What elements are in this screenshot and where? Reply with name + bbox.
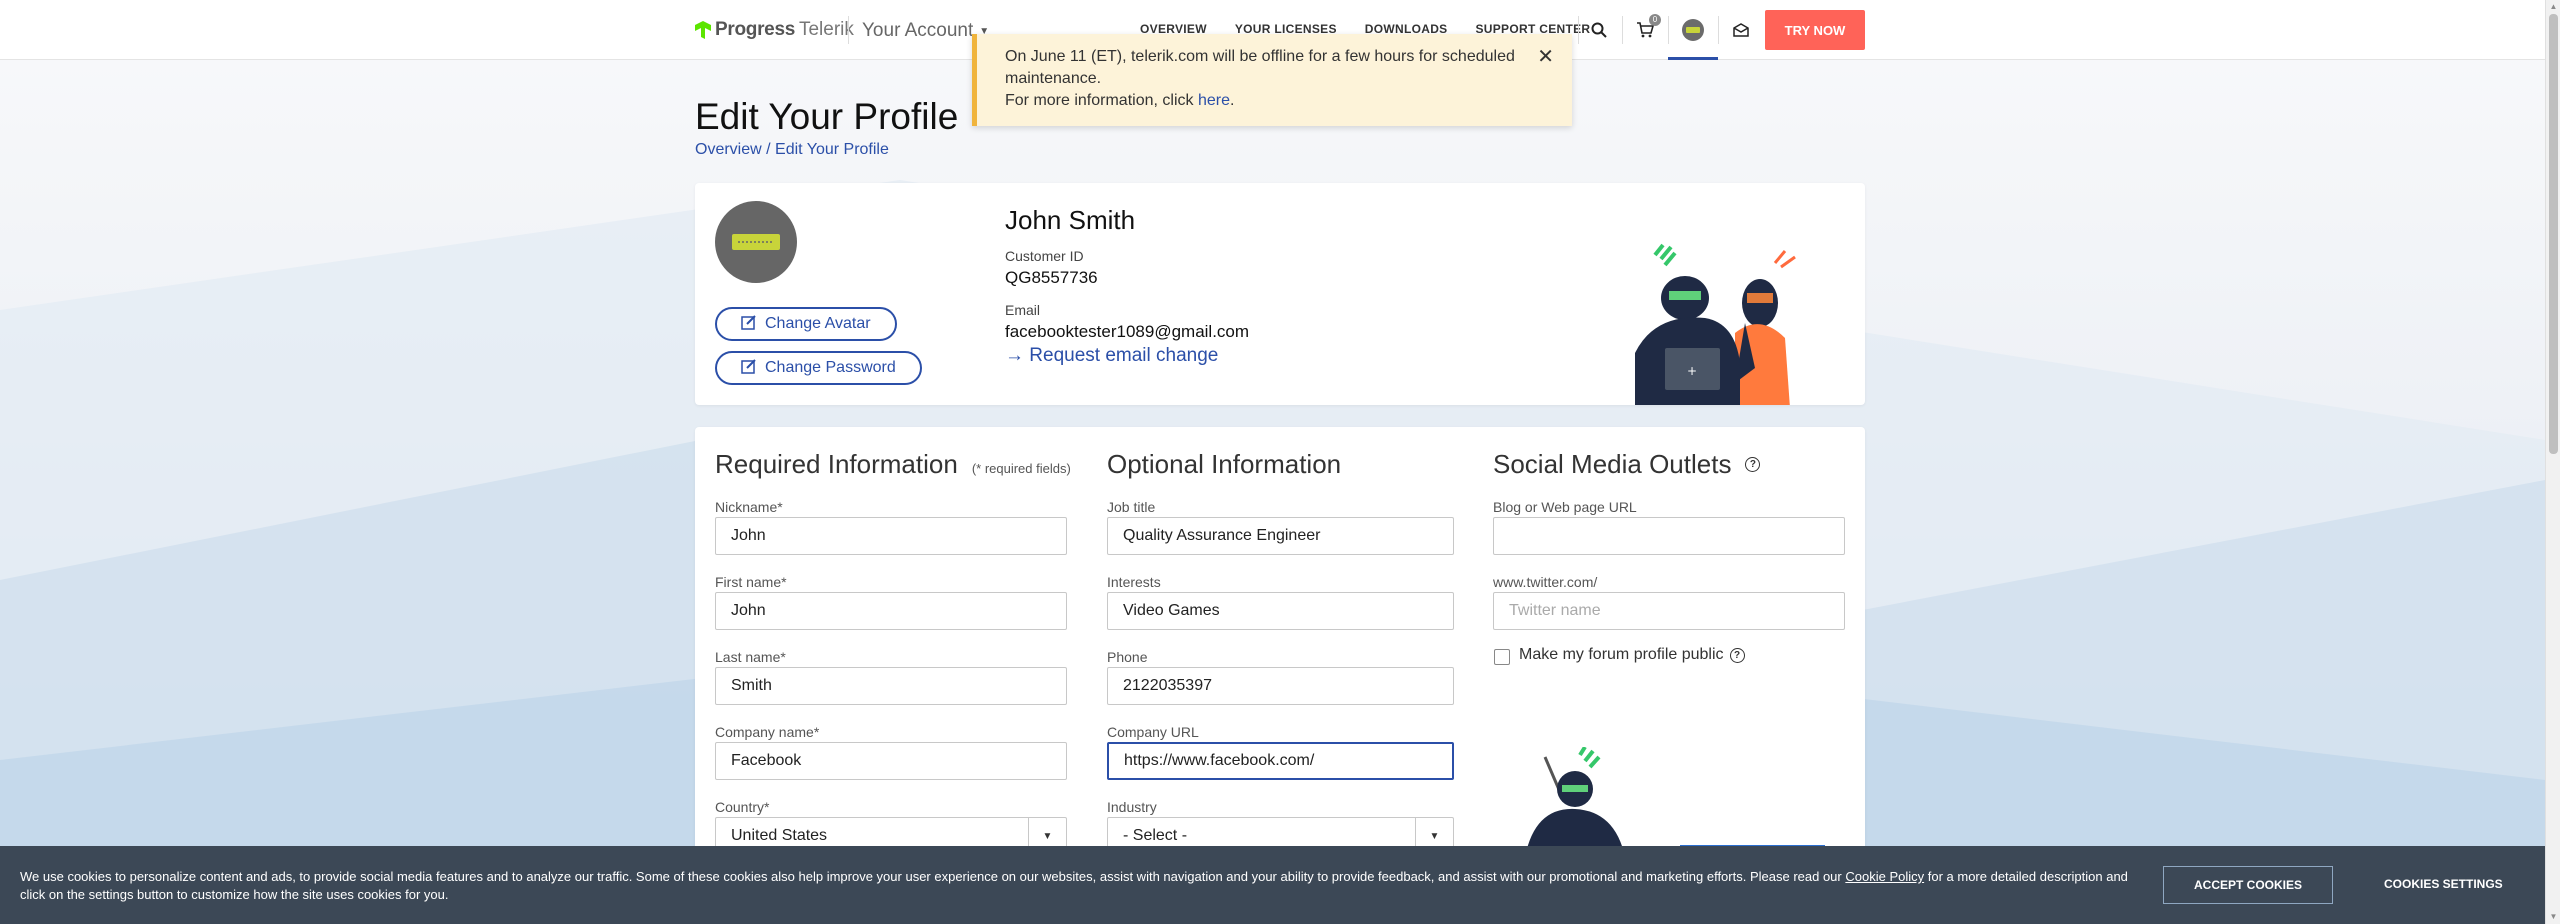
company-url-input[interactable]: https://www.facebook.com/ — [1107, 742, 1454, 780]
last-name-label: Last name* — [715, 649, 786, 665]
public-profile-label: Make my forum profile public — [1519, 646, 1724, 663]
help-icon[interactable]: ? — [1729, 647, 1745, 663]
public-profile-label-group: Make my forum profile public ? — [1519, 646, 1745, 664]
industry-selected-value: - Select - — [1123, 827, 1188, 844]
change-avatar-label: Change Avatar — [765, 315, 871, 332]
cookies-settings-button[interactable]: COOKIES SETTINGS — [2384, 877, 2503, 891]
avatar-icon — [1682, 19, 1704, 41]
public-profile-checkbox[interactable] — [1494, 649, 1510, 665]
phone-input[interactable]: 2122035397 — [1107, 667, 1454, 705]
breadcrumb-separator: / — [761, 141, 776, 158]
profile-avatar — [715, 201, 797, 283]
required-title: Required Information — [715, 449, 958, 479]
profile-card: Change Avatar Change Password John Smith… — [695, 183, 1865, 405]
user-full-name: John Smith — [1005, 205, 1136, 235]
customer-id-label: Customer ID — [1005, 248, 1084, 264]
ninja-illustration: + — [1635, 243, 1796, 405]
envelope-icon[interactable] — [1729, 18, 1753, 42]
change-password-button[interactable]: Change Password — [715, 351, 922, 385]
required-note: (* required fields) — [971, 461, 1071, 476]
arrow-right-icon: → — [1005, 345, 1024, 366]
header-divider — [1578, 16, 1579, 44]
first-name-input[interactable]: John — [715, 592, 1067, 630]
svg-text:+: + — [1687, 364, 1697, 378]
user-avatar-button[interactable] — [1681, 18, 1705, 42]
interests-input[interactable]: Video Games — [1107, 592, 1454, 630]
page-title: Edit Your Profile — [695, 96, 959, 137]
notice-line2: For more information, click here. — [1005, 90, 1538, 112]
scroll-thumb[interactable] — [2549, 14, 2558, 454]
search-icon[interactable] — [1587, 18, 1611, 42]
first-name-label: First name* — [715, 574, 787, 590]
job-title-input[interactable]: Quality Assurance Engineer — [1107, 517, 1454, 555]
notice-here-link[interactable]: here — [1198, 92, 1230, 109]
optional-section-title: Optional Information — [1107, 449, 1341, 480]
company-name-label: Company name* — [715, 724, 820, 740]
notice-line2-text: For more information, click — [1005, 92, 1198, 109]
blog-url-label: Blog or Web page URL — [1493, 499, 1637, 515]
nickname-label: Nickname* — [715, 499, 783, 515]
edit-icon — [741, 358, 757, 379]
request-email-change-label: Request email change — [1029, 345, 1219, 366]
country-selected-value: United States — [731, 827, 828, 844]
breadcrumb-current[interactable]: Edit Your Profile — [775, 141, 889, 158]
edit-icon — [741, 314, 757, 335]
email-value: facebooktester1089@gmail.com — [1005, 322, 1250, 341]
cart-count-badge: 0 — [1649, 14, 1661, 26]
your-account-label: Your Account — [862, 20, 974, 41]
cookie-policy-link[interactable]: Cookie Policy — [1845, 869, 1924, 884]
company-url-label: Company URL — [1107, 724, 1199, 740]
industry-label: Industry — [1107, 799, 1157, 815]
close-icon[interactable]: ✕ — [1537, 46, 1554, 68]
scroll-up-icon[interactable]: ▲ — [2549, 2, 2558, 12]
scroll-down-icon[interactable]: ▼ — [2549, 912, 2558, 922]
request-email-change-link[interactable]: → Request email change — [1005, 345, 1218, 367]
accept-cookies-button[interactable]: ACCEPT COOKIES — [2163, 866, 2333, 904]
cart-icon[interactable]: 0 — [1633, 14, 1661, 42]
interests-label: Interests — [1107, 574, 1161, 590]
breadcrumb-overview[interactable]: Overview — [695, 141, 762, 158]
optional-title: Optional Information — [1107, 449, 1342, 479]
notice-line2-suffix: . — [1229, 92, 1235, 109]
header-divider — [1668, 16, 1669, 44]
header-divider — [1622, 16, 1623, 44]
twitter-input[interactable]: Twitter name — [1493, 592, 1845, 630]
cookie-text: We use cookies to personalize content an… — [20, 868, 2130, 904]
notice-line1: On June 11 (ET), telerik.com will be off… — [1005, 48, 1515, 87]
avatar-image-icon — [732, 234, 780, 250]
cookie-text-prefix: We use cookies to personalize content an… — [20, 869, 1846, 884]
telerik-logo[interactable]: Progress Telerik — [695, 18, 854, 42]
job-title-label: Job title — [1107, 499, 1156, 515]
country-label: Country* — [715, 799, 770, 815]
twitter-label: www.twitter.com/ — [1493, 574, 1598, 590]
your-account-menu[interactable]: Your Account ▼ — [862, 20, 989, 42]
header-divider — [848, 16, 849, 44]
maintenance-notice: On June 11 (ET), telerik.com will be off… — [972, 34, 1572, 126]
phone-label: Phone — [1107, 649, 1148, 665]
blog-url-input[interactable] — [1493, 517, 1845, 555]
email-label: Email — [1005, 302, 1041, 318]
ninja-illustration-small — [1525, 747, 1625, 857]
change-password-label: Change Password — [765, 359, 896, 376]
logo-telerik-text: Telerik — [798, 19, 854, 40]
page-scrollbar[interactable]: ▲ ▼ — [2545, 0, 2560, 924]
required-section-title: Required Information (* required fields) — [715, 449, 1071, 480]
social-section-title: Social Media Outlets ? — [1493, 449, 1761, 480]
change-avatar-button[interactable]: Change Avatar — [715, 307, 897, 341]
company-name-input[interactable]: Facebook — [715, 742, 1067, 780]
progress-logo-icon — [695, 21, 711, 39]
last-name-input[interactable]: Smith — [715, 667, 1067, 705]
logo-progress-text: Progress — [715, 19, 795, 40]
breadcrumb: Overview / Edit Your Profile — [695, 141, 889, 159]
customer-id-value: QG8557736 — [1005, 268, 1098, 287]
header-divider — [1718, 16, 1719, 44]
social-title: Social Media Outlets — [1493, 449, 1732, 479]
active-indicator — [1668, 57, 1718, 60]
nickname-input[interactable]: John — [715, 517, 1067, 555]
try-now-button[interactable]: TRY NOW — [1765, 10, 1865, 50]
cookie-banner: We use cookies to personalize content an… — [0, 846, 2545, 924]
help-icon[interactable]: ? — [1745, 457, 1761, 472]
